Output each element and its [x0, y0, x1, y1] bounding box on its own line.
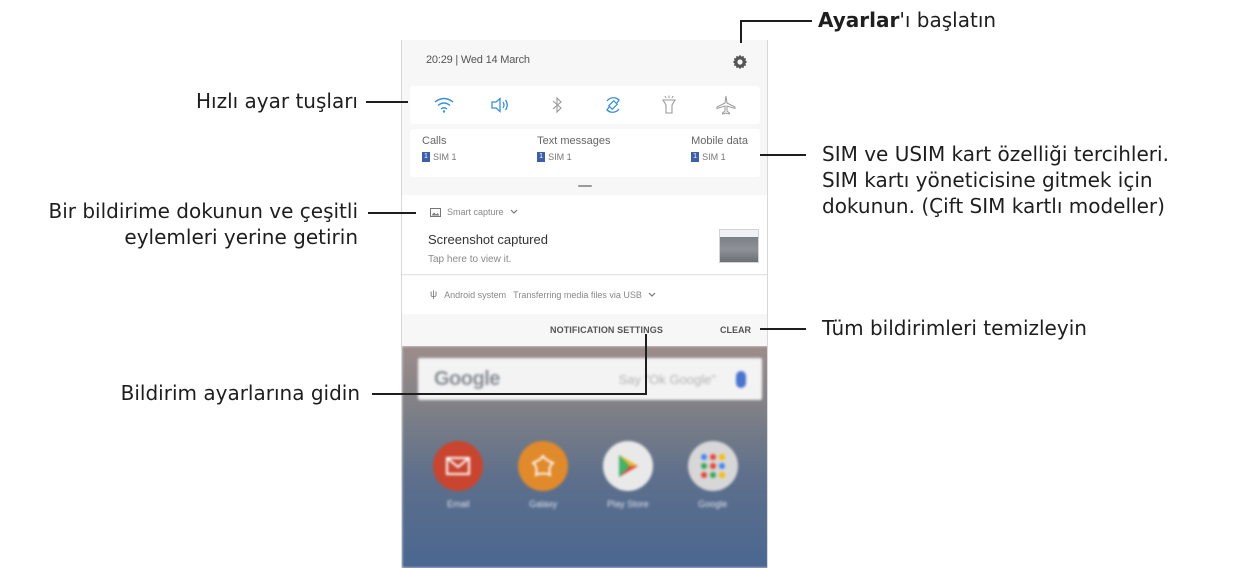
callout-settings-leader	[740, 21, 742, 43]
flashlight-icon[interactable]	[658, 94, 680, 116]
chevron-down-icon	[510, 209, 517, 214]
app-play-store[interactable]: Play Store	[602, 441, 653, 509]
app-email[interactable]: Email	[433, 441, 484, 509]
auto-rotate-icon[interactable]	[602, 94, 624, 116]
notification-actions: NOTIFICATION SETTINGS CLEAR	[402, 314, 767, 346]
callout-notification-leader	[368, 212, 416, 214]
sim-text-label: Text messages	[537, 135, 611, 147]
sim-name: SIM 1	[548, 152, 572, 162]
callout-sim-leader	[760, 154, 806, 156]
clear-button[interactable]: CLEAR	[720, 325, 751, 335]
callout-settings-leader	[740, 20, 812, 22]
airplane-mode-icon[interactable]	[715, 94, 737, 116]
sim-text-messages[interactable]: Text messages 1 SIM 1	[537, 135, 611, 177]
callout-clear: Tüm bildirimleri temizleyin	[822, 316, 1087, 340]
app-label: Google	[698, 499, 728, 509]
notification-card[interactable]: Smart capture Screenshot captured Tap he…	[402, 195, 767, 275]
app-label: Play Store	[607, 499, 649, 509]
sim-calls[interactable]: Calls 1 SIM 1	[422, 135, 457, 177]
image-icon	[430, 207, 441, 217]
google-folder-icon	[687, 441, 738, 491]
screenshot-thumbnail	[719, 229, 759, 263]
sim-preferences[interactable]: Calls 1 SIM 1 Text messages 1 SIM 1 Mobile…	[410, 129, 760, 177]
sim-name: SIM 1	[433, 152, 457, 162]
phone-screen: Google Say "Ok Google" Email Galaxy Play…	[401, 40, 768, 568]
app-label: Galaxy	[529, 499, 558, 509]
email-icon	[433, 441, 484, 491]
app-row: Email Galaxy Play Store Google	[402, 441, 767, 509]
google-logo: Google	[434, 367, 500, 390]
callout-sim-line1: SIM ve USIM kart özelliği tercihleri.	[822, 142, 1169, 166]
usb-icon: ψ	[430, 289, 438, 300]
notification-body: Tap here to view it.	[428, 254, 512, 265]
quick-settings-row	[410, 86, 760, 124]
sim-data-label: Mobile data	[691, 135, 748, 147]
bluetooth-icon[interactable]	[546, 94, 568, 116]
callout-notification-settings: Bildirim ayarlarına gidin	[120, 381, 360, 405]
callout-settings: Ayarlar'ı başlatın	[818, 8, 997, 32]
search-hint: Say "Ok Google"	[618, 371, 716, 387]
microphone-icon[interactable]	[736, 370, 746, 388]
callout-sim-line3: dokunun. (Çift SIM kartlı modeller)	[822, 194, 1165, 218]
callout-notification-settings-leader	[645, 334, 647, 394]
sim-badge: 1	[422, 152, 430, 162]
app-label: Email	[447, 499, 470, 509]
callout-notification-line1: Bir bildirime dokunun ve çeşitli	[48, 199, 358, 223]
callout-quick-settings-leader	[366, 101, 408, 103]
notification-title: Screenshot captured	[428, 232, 548, 247]
chevron-down-icon	[648, 292, 656, 297]
system-notification-text: Transferring media files via USB	[513, 289, 642, 300]
sim-badge: 1	[691, 152, 700, 162]
callout-clear-leader	[760, 328, 806, 330]
sim-name: SIM 1	[702, 152, 726, 162]
play-store-icon	[602, 441, 653, 491]
panel-drag-handle[interactable]	[578, 185, 592, 187]
callout-sim-line2: SIM kartı yöneticisine gitmek için	[822, 168, 1153, 192]
settings-gear-icon[interactable]	[732, 54, 748, 70]
callout-quick-settings: Hızlı ayar tuşları	[195, 89, 358, 113]
notification-app-name: Smart capture	[447, 207, 504, 217]
notification-panel: 20:29 | Wed 14 March Calls 1 SIM 1 Text …	[402, 40, 767, 346]
system-app-name: Android system	[444, 289, 507, 300]
sim-badge: 1	[537, 152, 546, 162]
wifi-icon[interactable]	[433, 94, 455, 116]
notification-header: Smart capture	[430, 207, 518, 217]
home-screen-background: Google Say "Ok Google" Email Galaxy Play…	[402, 346, 767, 568]
galaxy-apps-icon	[518, 441, 569, 491]
callout-notification-settings-leader	[372, 393, 647, 395]
status-time-date: 20:29 | Wed 14 March	[426, 54, 530, 66]
sound-icon[interactable]	[489, 94, 511, 116]
sim-mobile-data[interactable]: Mobile data 1 SIM 1	[691, 135, 748, 177]
app-google-folder[interactable]: Google	[687, 441, 738, 509]
system-notification[interactable]: ψ Android system Transferring media file…	[402, 276, 767, 314]
app-galaxy[interactable]: Galaxy	[518, 441, 569, 509]
sim-calls-label: Calls	[422, 135, 447, 147]
callout-notification-line2: eylemleri yerine getirin	[124, 225, 358, 249]
